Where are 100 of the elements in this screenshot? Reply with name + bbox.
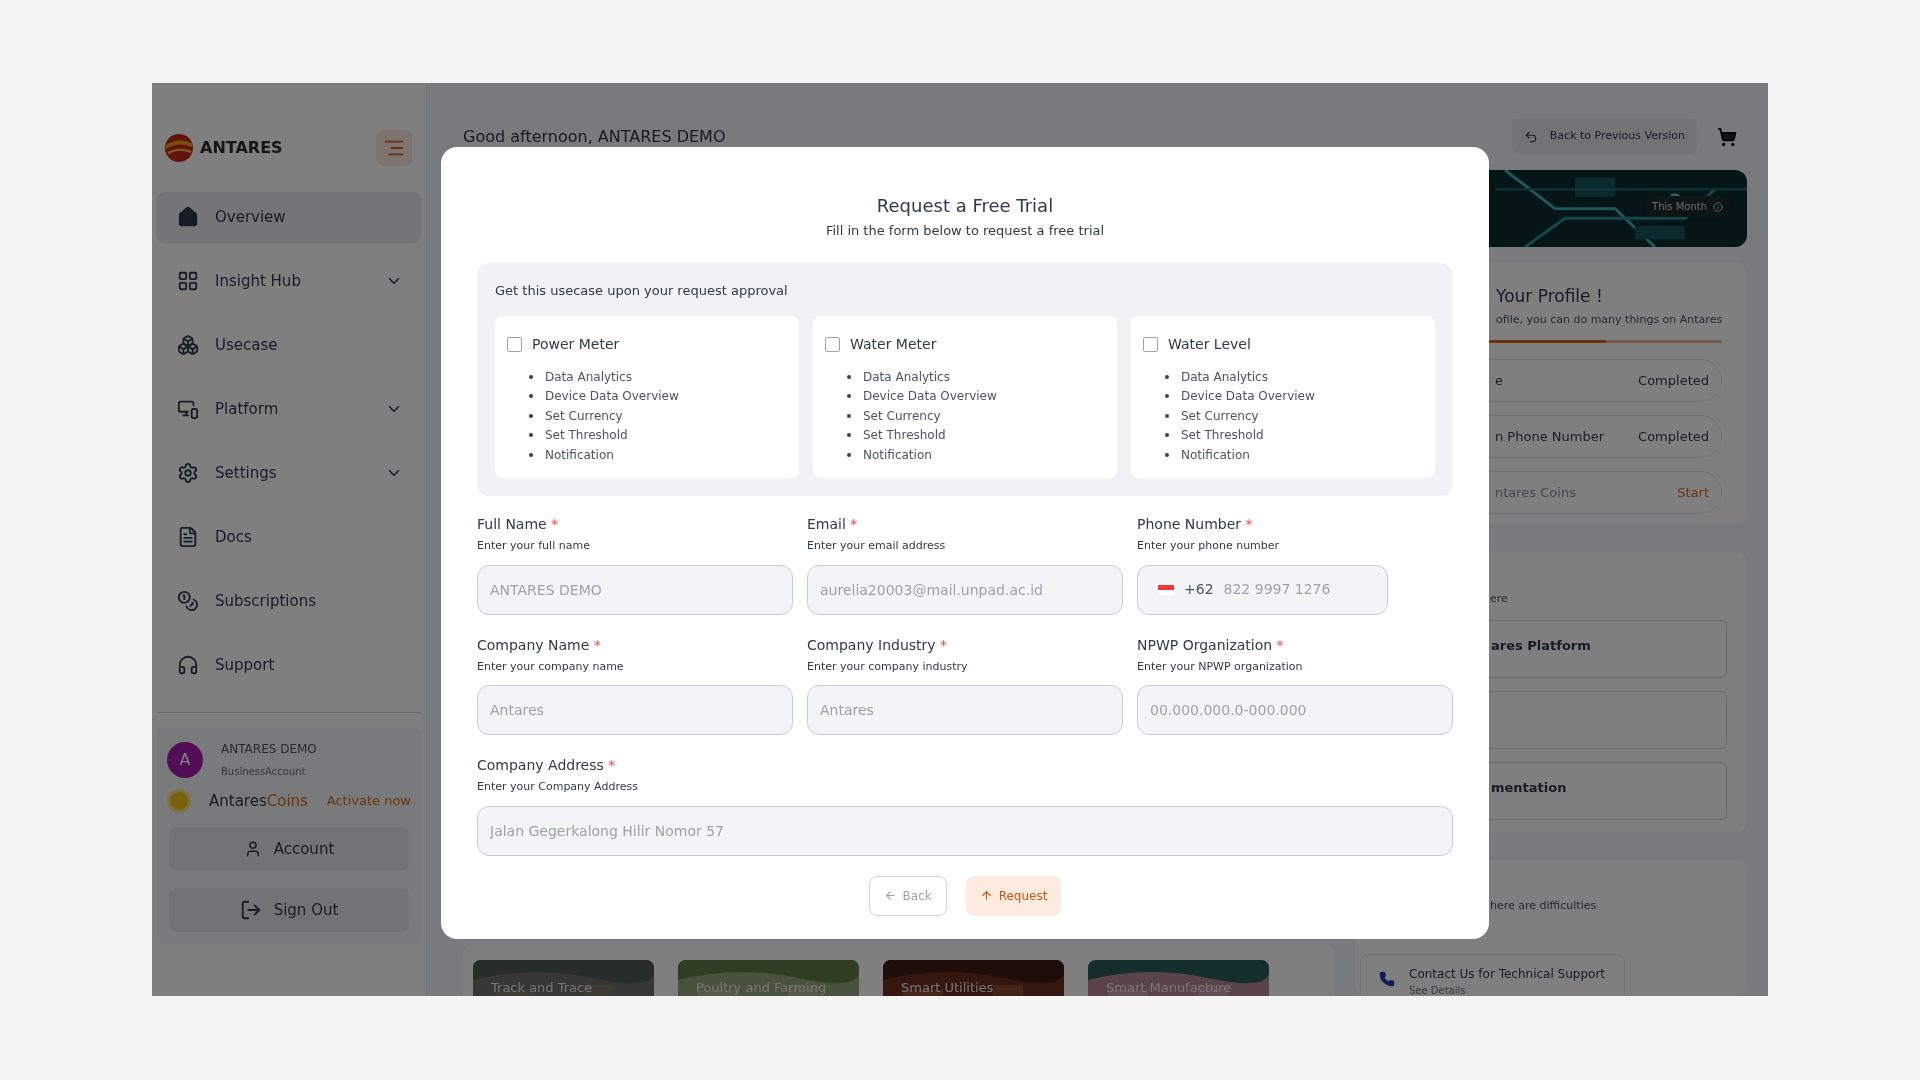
coin-icon — [167, 789, 191, 813]
usecase-heading: Get this usecase upon your request approval — [495, 281, 789, 300]
text-field[interactable]: Antares — [477, 685, 793, 735]
feature-item: Notification — [863, 446, 932, 464]
usecase-name[interactable]: Water Meter — [850, 334, 937, 355]
text-field[interactable]: 00.000.000.0-000.000 — [1137, 685, 1453, 735]
headset-icon — [177, 654, 199, 676]
account-button[interactable]: Account — [169, 827, 409, 871]
field-label: Phone Number * — [1137, 515, 1254, 534]
bullet-icon — [529, 413, 533, 418]
profile-title: Your Profile ! — [1495, 285, 1604, 309]
coins-label: AntaresCoins — [209, 790, 308, 812]
period-badge[interactable]: This Month — [1644, 196, 1731, 217]
phone-field[interactable]: +62 822 9997 1276 — [1137, 564, 1388, 615]
feature-item: Device Data Overview — [863, 388, 997, 406]
checkbox[interactable] — [507, 337, 522, 352]
feature-item: Set Threshold — [863, 427, 946, 445]
feature-item: Set Currency — [863, 407, 941, 425]
nav-item[interactable]: Insight Hub — [157, 256, 421, 306]
field-hint: Enter your company name — [477, 658, 625, 675]
bullet-icon — [529, 452, 533, 457]
cart-icon[interactable] — [1717, 126, 1737, 147]
greeting: Good afternoon, ANTARES DEMO — [463, 125, 726, 148]
text-field[interactable]: ANTARES DEMO — [477, 564, 793, 615]
undo-icon — [1523, 129, 1538, 144]
bullet-icon — [847, 433, 851, 438]
bullet-icon — [1165, 452, 1169, 457]
field-hint: Enter your NPWP organization — [1137, 658, 1304, 675]
coins-icon — [177, 590, 199, 612]
bullet-icon — [1165, 394, 1169, 399]
checkbox[interactable] — [825, 337, 840, 352]
menu-button[interactable] — [376, 129, 412, 166]
modal-subtitle: Fill in the form below to request a free trial — [824, 222, 1106, 240]
back-button[interactable]: Back — [868, 875, 947, 916]
nav-item[interactable]: Usecase — [157, 320, 421, 370]
feature-item: Notification — [545, 446, 614, 464]
modal-title: Request a Free Trial — [875, 194, 1055, 218]
field-hint: Enter your Company Address — [477, 779, 639, 795]
bullet-icon — [847, 452, 851, 457]
back-version-button[interactable]: Back to Previous Version — [1511, 119, 1697, 154]
nav-item[interactable]: Support — [157, 640, 421, 690]
user-avatar: A — [167, 741, 203, 778]
arrow-left-icon — [883, 889, 897, 902]
field-label: Email * — [807, 515, 859, 534]
user-name: ANTARES DEMO — [221, 741, 317, 758]
feature-item: Set Threshold — [1181, 427, 1264, 445]
field-hint: Enter your email address — [807, 538, 947, 554]
resources-subtitle: ere — [1489, 591, 1509, 608]
nav-item[interactable]: Subscriptions — [157, 576, 421, 626]
text-field[interactable]: Antares — [807, 685, 1123, 735]
usecase-name[interactable]: Water Level — [1168, 334, 1251, 355]
checkbox[interactable] — [1143, 337, 1158, 352]
feature-item: Device Data Overview — [1181, 388, 1315, 406]
settings-icon — [177, 462, 199, 484]
bullet-icon — [1165, 433, 1169, 438]
field-label: NPWP Organization * — [1137, 635, 1285, 655]
profile-subtitle: ofile, you can do many things on Antares — [1495, 311, 1724, 328]
feature-item: Data Analytics — [863, 368, 950, 386]
bullet-icon — [529, 433, 533, 438]
text-field[interactable]: aurelia20003@mail.unpad.ac.id — [807, 564, 1123, 615]
devices-icon — [177, 398, 199, 420]
logout-icon — [239, 899, 262, 921]
flag-icon — [1158, 584, 1174, 595]
bullet-icon — [847, 374, 851, 379]
feature-item: Notification — [1181, 446, 1250, 464]
usecase-name[interactable]: Power Meter — [532, 334, 620, 355]
activate-link[interactable]: Activate now — [326, 791, 411, 811]
feature-item: Set Currency — [545, 407, 623, 425]
field-hint: Enter your phone number — [1137, 538, 1281, 554]
field-label: Company Address * — [477, 756, 617, 775]
field-hint: Enter your company industry — [807, 658, 969, 675]
cubes-icon — [177, 334, 199, 356]
nav-item[interactable]: Settings — [157, 448, 421, 498]
account-type: BusinessAccount — [221, 765, 307, 779]
feature-item: Set Currency — [1181, 407, 1259, 425]
field-label: Full Name * — [477, 515, 560, 534]
feature-item: Device Data Overview — [545, 388, 679, 406]
bullet-icon — [847, 394, 851, 399]
nav-item[interactable]: Platform — [157, 384, 421, 434]
bullet-icon — [1165, 413, 1169, 418]
field-hint: Enter your full name — [477, 538, 591, 554]
bullet-icon — [529, 374, 533, 379]
contact-title: Contact Us for Technical Support — [1409, 966, 1606, 983]
grid-icon — [177, 270, 199, 292]
arrow-up-icon — [979, 889, 993, 902]
field-label: Company Industry * — [807, 635, 949, 655]
nav-item[interactable]: Overview — [157, 192, 421, 242]
support-subtitle: here are difficulties — [1489, 897, 1598, 914]
document-icon — [177, 526, 199, 548]
bullet-icon — [1165, 374, 1169, 379]
text-field[interactable]: Jalan Gegerkalong Hilir Nomor 57 — [477, 805, 1453, 856]
see-details-link[interactable]: See Details — [1409, 983, 1606, 996]
feature-item: Data Analytics — [1181, 368, 1268, 386]
contact-card[interactable]: Contact Us for Technical Support See Details — [1360, 954, 1625, 996]
info-icon — [1713, 201, 1723, 212]
feature-item: Data Analytics — [545, 368, 632, 386]
sign-out-button[interactable]: Sign Out — [169, 888, 409, 932]
request-button[interactable]: Request — [965, 875, 1062, 916]
nav-item[interactable]: Docs — [157, 512, 421, 562]
bullet-icon — [847, 413, 851, 418]
